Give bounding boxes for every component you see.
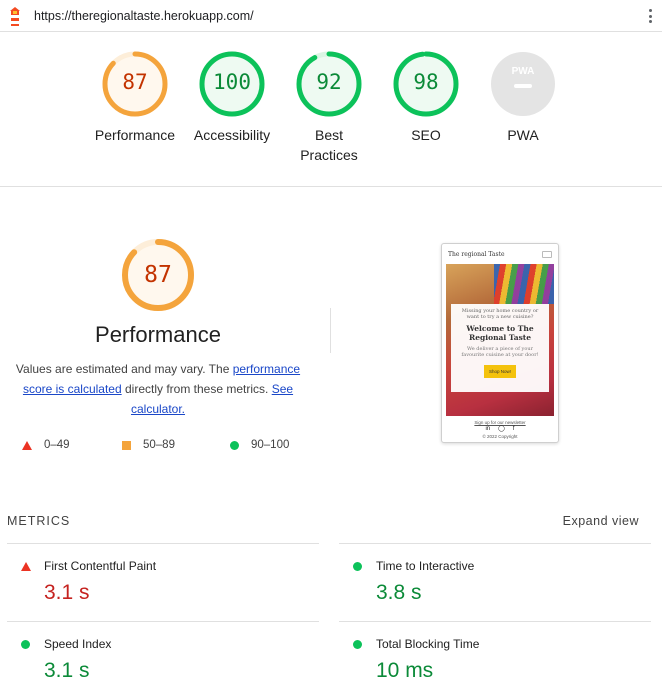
- thumb-heading: Welcome to The Regional Taste: [466, 324, 534, 342]
- expand-view-toggle[interactable]: Expand view: [563, 514, 639, 528]
- gauge-label: Performance: [94, 127, 176, 143]
- performance-title: Performance: [95, 322, 221, 347]
- metrics-heading: METRICS: [7, 514, 71, 528]
- gauge-label: PWA: [507, 127, 539, 143]
- gauge-score: 87: [122, 70, 148, 94]
- gauge-label: Accessibility: [193, 127, 271, 143]
- circle-icon: [230, 440, 239, 450]
- triangle-icon: [22, 440, 32, 450]
- metric-name: Time to Interactive: [376, 559, 475, 573]
- thumb-brand: The regional Taste: [448, 250, 505, 258]
- more-options-icon[interactable]: [646, 6, 654, 26]
- thumb-social-icons: in ◯ f: [442, 426, 558, 433]
- gauge-best-practices[interactable]: 92 Best Practices: [281, 51, 377, 165]
- gauge-accessibility[interactable]: 100 Accessibility: [184, 51, 280, 145]
- legend-range: 50–89: [143, 439, 175, 451]
- lighthouse-logo-icon: [10, 7, 20, 26]
- metric-name: Total Blocking Time: [376, 637, 480, 651]
- metric-value: 3.1 s: [44, 581, 90, 604]
- circle-icon: [21, 640, 30, 649]
- pwa-badge-text: PWA: [512, 66, 535, 77]
- performance-gauge: 87: [121, 238, 195, 312]
- metric-first-contentful-paint: First Contentful Paint 3.1 s: [7, 543, 319, 621]
- gauge-score: 98: [413, 70, 439, 94]
- thumb-shop-button: Shop Now!: [483, 365, 516, 378]
- gauge-score: 92: [316, 70, 342, 94]
- github-icon: ◯: [498, 426, 505, 432]
- legend-pass: 90–100: [230, 437, 289, 453]
- thumb-footer: Sign up for our newsletter in ◯ f © 2022…: [442, 419, 558, 440]
- metric-time-to-interactive: Time to Interactive 3.8 s: [339, 543, 651, 621]
- thumb-tagline: Missing your home country or want to try…: [461, 308, 539, 320]
- metric-value: 3.8 s: [376, 581, 422, 604]
- metric-value: 10 ms: [376, 659, 434, 682]
- legend-range: 90–100: [251, 439, 290, 451]
- description-text: Values are estimated and may vary. The: [15, 362, 233, 376]
- thumb-hero-image: Missing your home country or want to try…: [446, 264, 554, 416]
- legend-average: 50–89: [122, 437, 175, 453]
- triangle-icon: [21, 562, 31, 571]
- performance-score: 87: [144, 262, 172, 288]
- divider: [330, 308, 331, 353]
- linkedin-icon: in: [485, 426, 491, 432]
- circle-icon: [353, 640, 362, 649]
- gauge-score: 100: [213, 70, 251, 94]
- top-bar: https://theregionaltaste.herokuapp.com/: [0, 0, 662, 32]
- thumb-copyright: © 2022 Copyright: [482, 434, 518, 439]
- metric-name: First Contentful Paint: [44, 559, 157, 573]
- metric-value: 3.1 s: [44, 659, 90, 682]
- legend-range: 0–49: [44, 439, 70, 451]
- description-text-2: directly from these metrics.: [121, 382, 272, 396]
- pwa-badge-icon: PWA: [491, 52, 555, 116]
- gauge-label: SEO: [411, 127, 441, 143]
- metric-total-blocking-time: Total Blocking Time 10 ms: [339, 621, 651, 695]
- summary-gauges: 87 Performance 100 Accessibility 92 Best…: [0, 32, 662, 187]
- gauge-seo[interactable]: 98 SEO: [378, 51, 474, 145]
- metric-speed-index: Speed Index 3.1 s: [7, 621, 319, 695]
- gauge-pwa[interactable]: PWA PWA: [475, 51, 571, 145]
- gauge-performance[interactable]: 87 Performance: [87, 51, 183, 145]
- legend-fail: 0–49: [22, 437, 70, 453]
- performance-description: Values are estimated and may vary. The p…: [10, 359, 306, 419]
- thumb-subtext: We deliver a piece of your favourite cui…: [461, 346, 539, 358]
- metric-name: Speed Index: [44, 637, 112, 651]
- thumb-newsletter-link: Sign up for our newsletter: [474, 420, 526, 425]
- facebook-icon: f: [512, 426, 515, 432]
- gauge-label: Best Practices: [300, 127, 358, 163]
- circle-icon: [353, 562, 362, 571]
- final-screenshot[interactable]: The regional Taste Missing your home cou…: [441, 243, 559, 443]
- thumb-navbar: The regional Taste: [442, 244, 558, 264]
- thumb-hero-card: Missing your home country or want to try…: [451, 304, 549, 392]
- report-url[interactable]: https://theregionaltaste.herokuapp.com/: [34, 9, 254, 23]
- square-icon: [122, 440, 131, 450]
- hamburger-icon: [542, 250, 552, 258]
- thumb-hero-stripes: [494, 264, 554, 304]
